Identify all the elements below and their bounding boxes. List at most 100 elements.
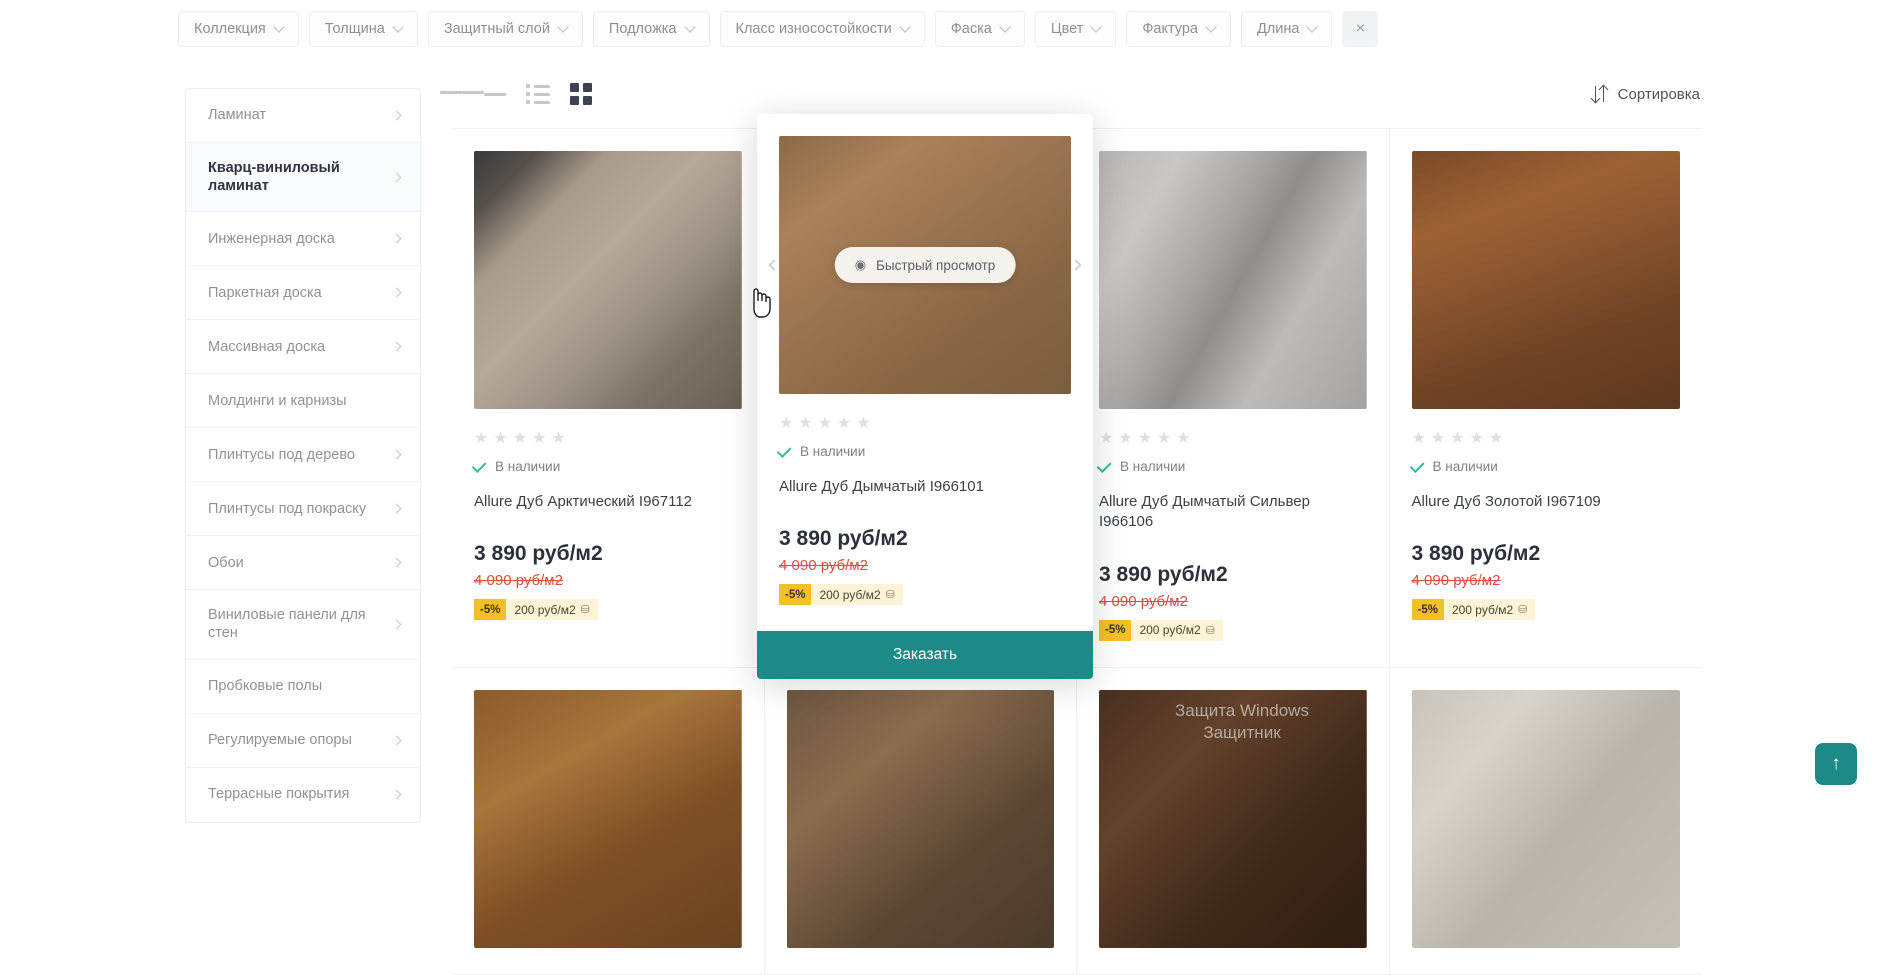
- filter-chip-underlay[interactable]: Подложка: [593, 11, 710, 47]
- carousel-next-button[interactable]: [1065, 254, 1087, 276]
- sidebar-item-skirting-paintable[interactable]: Плинтусы под покраску: [186, 482, 420, 536]
- discount-percent-badge: -5%: [1412, 599, 1444, 620]
- sidebar-item-label: Паркетная доска: [208, 284, 322, 302]
- detail-row: [526, 92, 550, 96]
- sidebar-item-wallpaper[interactable]: Обои: [186, 536, 420, 590]
- view-mode-detailed-list-button[interactable]: [526, 84, 550, 104]
- product-image[interactable]: [1099, 690, 1367, 948]
- filter-chip-texture[interactable]: Фактура: [1126, 11, 1231, 47]
- popup-product-image[interactable]: ◉ Быстрый просмотр: [779, 136, 1071, 394]
- star-icon: ★: [818, 416, 832, 432]
- check-icon: [777, 443, 792, 458]
- popup-rating-stars[interactable]: ★ ★ ★ ★ ★: [779, 416, 1071, 432]
- filter-chip-protective-layer[interactable]: Защитный слой: [428, 11, 583, 47]
- chevron-right-icon: [392, 735, 402, 745]
- view-mode-list-button[interactable]: [440, 91, 506, 98]
- carousel-prev-button[interactable]: [763, 254, 785, 276]
- sidebar-item-parquet-board[interactable]: Паркетная доска: [186, 266, 420, 320]
- product-image[interactable]: [787, 690, 1055, 948]
- product-hover-popup[interactable]: ◉ Быстрый просмотр ★ ★ ★ ★ ★ В наличии A…: [757, 114, 1093, 679]
- product-card[interactable]: [1390, 668, 1703, 975]
- sidebar-item-quartz-vinyl-laminate[interactable]: Кварц-виниловый ламинат: [186, 143, 420, 212]
- discount-percent-badge: -5%: [779, 584, 811, 605]
- product-card[interactable]: [1077, 668, 1390, 975]
- product-image[interactable]: [1412, 690, 1681, 948]
- product-card[interactable]: ★ ★ ★ ★ ★ В наличии Allure Дуб Арктическ…: [452, 129, 765, 668]
- chevron-down-icon: [557, 21, 568, 32]
- filter-chip-label: Подложка: [609, 21, 677, 37]
- popup-product-name[interactable]: Allure Дуб Дымчатый I966101: [779, 477, 1071, 497]
- sidebar-item-cork-floors[interactable]: Пробковые полы: [186, 660, 420, 714]
- sidebar-item-solid-board[interactable]: Массивная доска: [186, 320, 420, 374]
- discount-badges: -5% 200 руб/м2 ⛁: [1099, 620, 1223, 641]
- star-icon: ★: [779, 416, 793, 432]
- rating-stars[interactable]: ★ ★ ★ ★ ★: [474, 431, 742, 447]
- product-name[interactable]: Allure Дуб Золотой I967109: [1412, 492, 1681, 512]
- product-card[interactable]: [765, 668, 1078, 975]
- filter-chip-label: Класс износостойкости: [736, 21, 892, 37]
- sidebar-item-skirting-wood[interactable]: Плинтусы под дерево: [186, 428, 420, 482]
- rating-stars[interactable]: ★ ★ ★ ★ ★: [1412, 431, 1681, 447]
- star-icon: ★: [513, 431, 527, 447]
- order-button[interactable]: Заказать: [757, 631, 1093, 679]
- popup-discount-badges: -5% 200 руб/м2 ⛁: [779, 584, 903, 605]
- filter-bar: Коллекция Толщина Защитный слой Подложка…: [0, 0, 1901, 58]
- product-image[interactable]: [1099, 151, 1367, 409]
- sort-button[interactable]: Сортировка: [1592, 85, 1700, 103]
- star-icon: ★: [1157, 431, 1171, 447]
- sidebar-item-label: Массивная доска: [208, 338, 325, 356]
- stock-status: В наличии: [1412, 459, 1681, 474]
- filter-chip-length[interactable]: Длина: [1241, 11, 1332, 47]
- sidebar-item-label: Плинтусы под дерево: [208, 446, 355, 464]
- filter-chip-label: Фаска: [951, 21, 992, 37]
- sort-arrows-icon: [1592, 85, 1608, 103]
- product-old-price: 4 090 руб/м2: [1099, 593, 1367, 610]
- scroll-to-top-button[interactable]: ↑: [1815, 743, 1857, 785]
- stock-label: В наличии: [1433, 459, 1498, 474]
- product-name[interactable]: Allure Дуб Арктический I967112: [474, 492, 742, 512]
- product-price: 3 890 руб/м2: [1412, 542, 1681, 566]
- star-icon: ★: [1099, 431, 1113, 447]
- product-card[interactable]: ★ ★ ★ ★ ★ В наличии Allure Дуб Золотой I…: [1390, 129, 1703, 668]
- chevron-down-icon: [899, 21, 910, 32]
- sidebar-item-moldings-cornices[interactable]: Молдинги и карнизы: [186, 374, 420, 428]
- product-name[interactable]: Allure Дуб Дымчатый Сильвер I966106: [1099, 492, 1367, 533]
- sidebar-item-adjustable-supports[interactable]: Регулируемые опоры: [186, 714, 420, 768]
- chevron-right-icon: [392, 288, 402, 298]
- star-icon: ★: [837, 416, 851, 432]
- product-card[interactable]: ★ ★ ★ ★ ★ В наличии Allure Дуб Дымчатый …: [1077, 129, 1390, 668]
- sidebar-item-laminat[interactable]: Ламинат: [186, 89, 420, 143]
- sidebar-item-vinyl-wall-panels[interactable]: Виниловые панели для стен: [186, 590, 420, 659]
- chevron-right-icon: [392, 450, 402, 460]
- arrow-up-icon: ↑: [1831, 753, 1841, 775]
- filter-chip-label: Коллекция: [194, 21, 266, 37]
- filter-chip-color[interactable]: Цвет: [1035, 11, 1117, 47]
- sidebar-item-engineered-board[interactable]: Инженерная доска: [186, 212, 420, 266]
- discount-amount-badge: 200 руб/м2 ⛁: [811, 584, 902, 605]
- filter-chip-collection[interactable]: Коллекция: [178, 11, 299, 47]
- popup-body: ◉ Быстрый просмотр ★ ★ ★ ★ ★ В наличии A…: [757, 114, 1093, 605]
- tag-icon: ⛁: [581, 603, 590, 616]
- detail-row: [526, 84, 550, 88]
- list-line: [484, 93, 506, 96]
- product-image[interactable]: [1412, 151, 1681, 409]
- stock-label: В наличии: [495, 459, 560, 474]
- product-card[interactable]: [452, 668, 765, 975]
- chevron-right-icon: [392, 342, 402, 352]
- chevron-down-icon: [1307, 21, 1318, 32]
- filter-chip-label: Цвет: [1051, 21, 1084, 37]
- popup-product-price: 3 890 руб/м2: [779, 527, 1071, 551]
- filter-chip-wear-class[interactable]: Класс износостойкости: [720, 11, 925, 47]
- filter-chip-thickness[interactable]: Толщина: [309, 11, 418, 47]
- rating-stars[interactable]: ★ ★ ★ ★ ★: [1099, 431, 1367, 447]
- sidebar-item-decking[interactable]: Террасные покрытия: [186, 768, 420, 822]
- product-image[interactable]: [474, 690, 742, 948]
- product-image[interactable]: [474, 151, 742, 409]
- tag-icon: ⛁: [1206, 624, 1215, 637]
- star-icon: ★: [1489, 431, 1503, 447]
- filter-chip-bevel[interactable]: Фаска: [935, 11, 1025, 47]
- view-mode-switcher: [440, 83, 592, 105]
- clear-filters-button[interactable]: ×: [1342, 11, 1378, 47]
- quick-view-button[interactable]: ◉ Быстрый просмотр: [835, 247, 1016, 283]
- view-mode-grid-button[interactable]: [570, 83, 592, 105]
